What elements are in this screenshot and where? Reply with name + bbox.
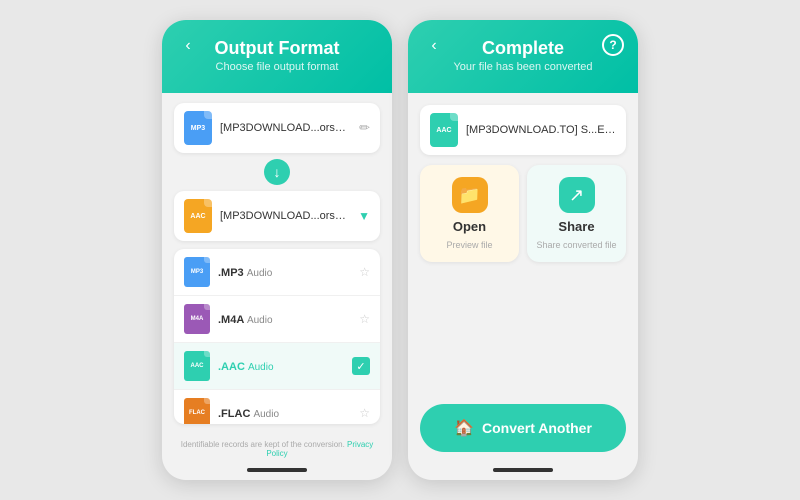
dropdown-arrow-icon: ▼ xyxy=(358,209,370,223)
output-format-panel: ‹ Output Format Choose file output forma… xyxy=(162,20,392,480)
convert-another-button[interactable]: 🏠 Convert Another xyxy=(420,404,626,452)
format-checkmark: ✓ xyxy=(352,357,370,375)
output-file-name: [MP3DOWNLOAD...orship-64k.AAC xyxy=(220,210,350,222)
convert-arrow: ↓ xyxy=(174,159,380,185)
format-label-flac: .FLAC Audio xyxy=(218,404,351,422)
spacer xyxy=(420,272,626,394)
format-star[interactable]: ☆ xyxy=(359,265,370,279)
format-label-mp3: .MP3 Audio xyxy=(218,263,351,281)
open-icon: 📁 xyxy=(452,177,488,213)
input-file-icon: MP3 xyxy=(184,111,212,145)
complete-file-icon: AAC xyxy=(430,113,458,147)
action-buttons: 📁 Open Preview file ↗ Share Share conver… xyxy=(420,165,626,262)
screen-container: ‹ Output Format Choose file output forma… xyxy=(0,0,800,500)
convert-another-label: Convert Another xyxy=(482,420,592,436)
complete-file-bar: AAC [MP3DOWNLOAD.TO] S...Exalt Worship-6… xyxy=(420,105,626,155)
format-star[interactable]: ☆ xyxy=(359,312,370,326)
input-file-bar: MP3 [MP3DOWNLOAD...orship-64k.MP3 ✏ xyxy=(174,103,380,153)
format-item-m4a[interactable]: M4A .M4A Audio ☆ xyxy=(174,296,380,343)
format-icon-m4a: M4A xyxy=(184,304,210,334)
home-icon: 🏠 xyxy=(454,418,474,438)
output-format-header: ‹ Output Format Choose file output forma… xyxy=(162,20,392,93)
format-item-flac[interactable]: FLAC .FLAC Audio ☆ xyxy=(174,390,380,424)
complete-subtitle: Your file has been converted xyxy=(424,61,622,73)
complete-title: Complete xyxy=(424,38,622,59)
arrow-circle: ↓ xyxy=(264,159,290,185)
output-file-bar[interactable]: AAC [MP3DOWNLOAD...orship-64k.AAC ▼ xyxy=(174,191,380,241)
output-format-title: Output Format xyxy=(178,38,376,59)
output-format-subtitle: Choose file output format xyxy=(178,61,376,73)
format-item-mp3[interactable]: MP3 .MP3 Audio ☆ xyxy=(174,249,380,296)
format-item-aac[interactable]: AAC .AAC Audio ✓ xyxy=(174,343,380,390)
open-sublabel: Preview file xyxy=(446,240,492,250)
back-button-right[interactable]: ‹ xyxy=(422,34,446,58)
share-sublabel: Share converted file xyxy=(536,240,616,250)
back-button-left[interactable]: ‹ xyxy=(176,34,200,58)
complete-header: ‹ ? Complete Your file has been converte… xyxy=(408,20,638,93)
output-format-body: MP3 [MP3DOWNLOAD...orship-64k.MP3 ✏ ↓ AA… xyxy=(162,93,392,434)
format-icon-aac: AAC xyxy=(184,351,210,381)
format-star[interactable]: ☆ xyxy=(359,406,370,420)
open-label: Open xyxy=(453,219,486,234)
help-button[interactable]: ? xyxy=(602,34,624,56)
share-icon: ↗ xyxy=(559,177,595,213)
complete-file-name: [MP3DOWNLOAD.TO] S...Exalt Worship-64k.a… xyxy=(466,124,616,136)
bottom-bar-right xyxy=(493,468,553,472)
panel-footer: Identifiable records are kept of the con… xyxy=(162,434,392,468)
complete-body: AAC [MP3DOWNLOAD.TO] S...Exalt Worship-6… xyxy=(408,93,638,468)
output-file-icon: AAC xyxy=(184,199,212,233)
share-button[interactable]: ↗ Share Share converted file xyxy=(527,165,626,262)
complete-panel: ‹ ? Complete Your file has been converte… xyxy=(408,20,638,480)
bottom-bar-left xyxy=(247,468,307,472)
share-label: Share xyxy=(558,219,594,234)
open-button[interactable]: 📁 Open Preview file xyxy=(420,165,519,262)
format-icon-mp3: MP3 xyxy=(184,257,210,287)
input-file-name: [MP3DOWNLOAD...orship-64k.MP3 xyxy=(220,122,351,134)
edit-icon[interactable]: ✏ xyxy=(359,120,370,136)
format-list: MP3 .MP3 Audio ☆ M4A .M4A Audio ☆ AAC .AAC Audi… xyxy=(174,249,380,424)
format-label-m4a: .M4A Audio xyxy=(218,310,351,328)
format-icon-flac: FLAC xyxy=(184,398,210,424)
format-label-aac: .AAC Audio xyxy=(218,357,344,375)
